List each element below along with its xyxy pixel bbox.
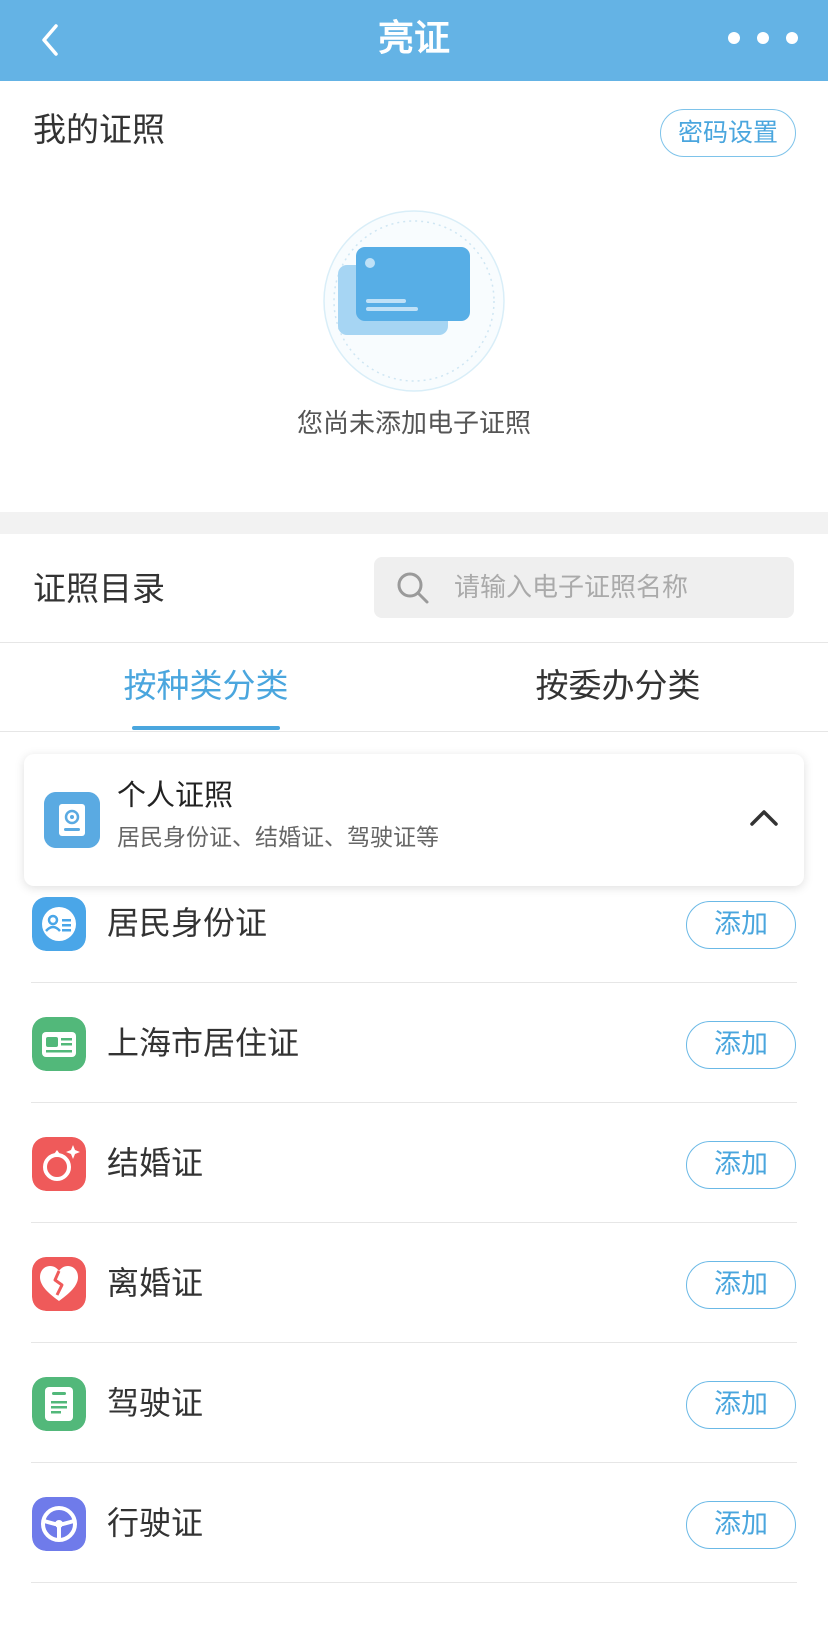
item-label: 行驶证 — [107, 1504, 204, 1542]
list-item-marriage-certificate[interactable]: 结婚证 添加 — [0, 1103, 828, 1223]
add-button[interactable]: 添加 — [686, 1501, 796, 1549]
my-licenses-title: 我的证照 — [33, 110, 165, 149]
id-card-icon — [32, 897, 86, 951]
category-subtitle: 居民身份证、结婚证、驾驶证等 — [117, 825, 439, 851]
tab-by-agency[interactable]: 按委办分类 — [488, 664, 748, 708]
list-item-id-card[interactable]: 居民身份证 添加 — [0, 863, 828, 983]
item-label: 驾驶证 — [107, 1384, 204, 1422]
category-title: 个人证照 — [117, 778, 234, 812]
tab-by-type[interactable]: 按种类分类 — [76, 664, 336, 708]
steering-wheel-icon — [32, 1497, 86, 1551]
add-button[interactable]: 添加 — [686, 1021, 796, 1069]
add-button[interactable]: 添加 — [686, 1381, 796, 1429]
more-options-icon[interactable] — [728, 22, 798, 54]
item-label: 居民身份证 — [107, 904, 268, 942]
list-item-vehicle-license[interactable]: 行驶证 添加 — [0, 1463, 828, 1583]
chevron-up-icon[interactable] — [744, 798, 784, 838]
item-label: 上海市居住证 — [107, 1024, 300, 1062]
search-input[interactable] — [454, 557, 784, 618]
residence-permit-icon — [32, 1017, 86, 1071]
divider — [0, 731, 828, 732]
add-button[interactable]: 添加 — [686, 901, 796, 949]
list-item-residence-permit[interactable]: 上海市居住证 添加 — [0, 983, 828, 1103]
marriage-certificate-icon — [32, 1137, 86, 1191]
broken-heart-icon — [32, 1257, 86, 1311]
section-gap — [0, 512, 828, 534]
catalog-title: 证照目录 — [33, 569, 165, 608]
list-item-divorce-certificate[interactable]: 离婚证 添加 — [0, 1223, 828, 1343]
empty-state-text: 您尚未添加电子证照 — [296, 409, 531, 439]
divider — [31, 1582, 797, 1583]
item-label: 离婚证 — [107, 1264, 204, 1302]
search-box[interactable] — [374, 557, 794, 618]
item-label: 结婚证 — [107, 1144, 204, 1182]
password-settings-button[interactable]: 密码设置 — [660, 109, 796, 157]
empty-cards-illustration — [323, 210, 505, 392]
add-button[interactable]: 添加 — [686, 1261, 796, 1309]
id-badge-icon — [44, 792, 100, 848]
search-icon — [397, 572, 429, 604]
page-title: 亮证 — [377, 18, 450, 59]
app-header: 亮证 — [0, 0, 828, 81]
divider — [0, 642, 828, 643]
driver-license-icon — [32, 1377, 86, 1431]
active-tab-indicator — [132, 726, 280, 730]
add-button[interactable]: 添加 — [686, 1141, 796, 1189]
list-item-driver-license[interactable]: 驾驶证 添加 — [0, 1343, 828, 1463]
